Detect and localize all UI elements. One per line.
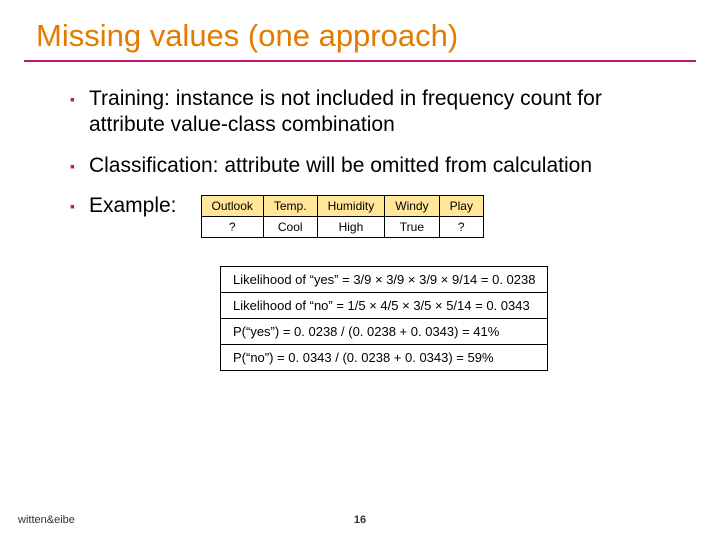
slide-title: Missing values (one approach): [0, 0, 720, 54]
bullet-item: ▪ Classification: attribute will be omit…: [70, 153, 680, 179]
bullet-text: Training: instance is not included in fr…: [89, 86, 680, 139]
table-row: Likelihood of “no” = 1/5 × 4/5 × 3/5 × 5…: [221, 292, 548, 318]
bullet-text: Classification: attribute will be omitte…: [89, 153, 592, 179]
table-row: ? Cool High True ?: [201, 216, 483, 237]
table-cell: ?: [201, 216, 263, 237]
bullet-square-icon: ▪: [70, 158, 75, 179]
calc-cell: Likelihood of “yes” = 3/9 × 3/9 × 3/9 × …: [221, 266, 548, 292]
bullet-item: ▪ Training: instance is not included in …: [70, 86, 680, 139]
table-header-cell: Temp.: [263, 195, 317, 216]
table-header-cell: Humidity: [317, 195, 385, 216]
table-header-cell: Windy: [385, 195, 439, 216]
bullet-text: Example:: [89, 193, 177, 219]
table-header-cell: Play: [439, 195, 483, 216]
calculation-table: Likelihood of “yes” = 3/9 × 3/9 × 3/9 × …: [220, 266, 548, 371]
table-cell: ?: [439, 216, 483, 237]
table-header-row: Outlook Temp. Humidity Windy Play: [201, 195, 483, 216]
table-cell: High: [317, 216, 385, 237]
calc-cell: P(“yes”) = 0. 0238 / (0. 0238 + 0. 0343)…: [221, 318, 548, 344]
slide-content: ▪ Training: instance is not included in …: [0, 62, 720, 371]
table-row: P(“yes”) = 0. 0238 / (0. 0238 + 0. 0343)…: [221, 318, 548, 344]
bullet-item-example: ▪ Example: Outlook Temp. Humidity Windy …: [70, 193, 680, 238]
page-number: 16: [0, 514, 720, 526]
calc-cell: P(“no”) = 0. 0343 / (0. 0238 + 0. 0343) …: [221, 344, 548, 370]
table-cell: Cool: [263, 216, 317, 237]
table-row: P(“no”) = 0. 0343 / (0. 0238 + 0. 0343) …: [221, 344, 548, 370]
bullet-square-icon: ▪: [70, 91, 75, 139]
table-cell: True: [385, 216, 439, 237]
table-header-cell: Outlook: [201, 195, 263, 216]
calc-cell: Likelihood of “no” = 1/5 × 4/5 × 3/5 × 5…: [221, 292, 548, 318]
bullet-square-icon: ▪: [70, 198, 75, 214]
table-row: Likelihood of “yes” = 3/9 × 3/9 × 3/9 × …: [221, 266, 548, 292]
example-data-table: Outlook Temp. Humidity Windy Play ? Cool…: [201, 195, 484, 238]
